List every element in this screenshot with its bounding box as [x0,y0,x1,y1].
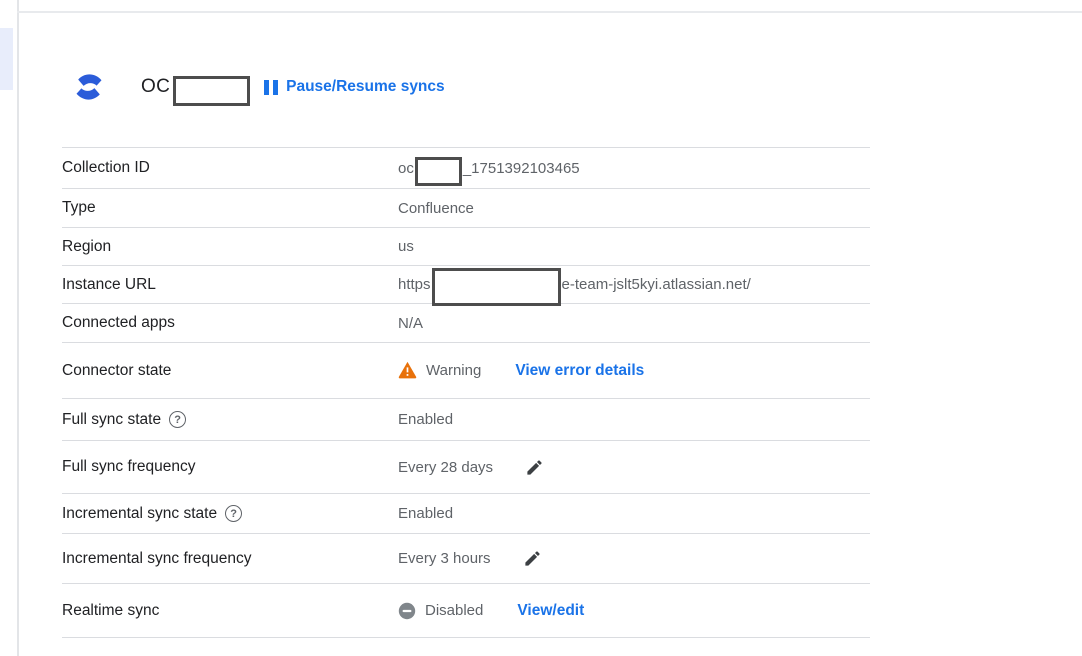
table-row: Incremental sync state ? Enabled [62,493,870,533]
row-label: Type [62,199,398,217]
edit-pencil-icon[interactable] [525,458,544,477]
table-row: Realtime sync Disabled View/edit [62,583,870,637]
table-row: Full sync frequency Every 28 days [62,440,870,493]
view-error-details-link[interactable]: View error details [515,362,644,380]
table-row: Region us [62,227,870,265]
row-label: Region [62,238,398,256]
collection-id-value: oc _1751392103465 [398,154,870,183]
row-label: Realtime sync [62,602,398,620]
row-label-text: Full sync state [62,411,161,429]
value-prefix: oc [398,160,414,177]
disabled-icon [398,602,416,620]
collection-header: OC Pause/Resume syncs [75,68,445,106]
table-row: Collection ID oc _1751392103465 [62,147,870,188]
row-label: Full sync frequency [62,458,398,476]
warning-icon [398,362,417,379]
row-label: Connector state [62,362,398,380]
collection-details-table: Collection ID oc _1751392103465 Type Con… [62,147,870,638]
sidebar-selected-item-edge [0,28,13,90]
connector-state-value: Warning View error details [398,362,870,380]
realtime-sync-value: Disabled View/edit [398,602,870,620]
help-icon[interactable]: ? [225,505,242,522]
row-label: Connected apps [62,314,398,332]
row-label-text: Incremental sync state [62,505,217,523]
redaction-box [173,76,250,106]
table-row: Connected apps N/A [62,303,870,342]
instance-url-value: https e-team-jslt5kyi.atlassian.net/ [398,266,870,304]
sidebar-divider [17,0,19,656]
pause-resume-syncs-button[interactable]: Pause/Resume syncs [264,78,445,96]
view-edit-link[interactable]: View/edit [517,602,584,620]
value-suffix: _1751392103465 [463,160,580,177]
row-label: Full sync state ? [62,411,398,429]
frequency-text: Every 3 hours [398,550,491,567]
table-row: Connector state Warning View error detai… [62,342,870,398]
frequency-text: Every 28 days [398,459,493,476]
confluence-logo-icon [75,74,103,100]
row-label: Incremental sync frequency [62,550,398,568]
full-sync-state-value: Enabled [398,411,870,428]
connector-state-text: Warning [426,362,481,379]
collection-details-page: OC Pause/Resume syncs Collection ID oc _… [0,0,1082,656]
row-label: Collection ID [62,159,398,177]
value-prefix: https [398,276,431,293]
redaction-box [432,268,561,306]
row-label: Incremental sync state ? [62,505,398,523]
help-icon[interactable]: ? [169,411,186,428]
edit-pencil-icon[interactable] [523,549,542,568]
value-suffix: e-team-jslt5kyi.atlassian.net/ [562,276,751,293]
redaction-box [415,157,462,186]
collection-name: OC [141,76,170,98]
panel-top-divider [17,11,1082,13]
incremental-sync-frequency-value: Every 3 hours [398,549,870,568]
pause-icon [264,80,278,95]
realtime-sync-text: Disabled [425,602,483,619]
table-row: Full sync state ? Enabled [62,398,870,440]
pause-resume-label: Pause/Resume syncs [286,78,445,96]
type-value: Confluence [398,200,870,217]
table-row: Incremental sync frequency Every 3 hours [62,533,870,583]
full-sync-frequency-value: Every 28 days [398,458,870,477]
table-row: Instance URL https e-team-jslt5kyi.atlas… [62,265,870,303]
connected-apps-value: N/A [398,315,870,332]
row-label: Instance URL [62,276,398,294]
incremental-sync-state-value: Enabled [398,505,870,522]
region-value: us [398,238,870,255]
table-row: Type Confluence [62,188,870,227]
